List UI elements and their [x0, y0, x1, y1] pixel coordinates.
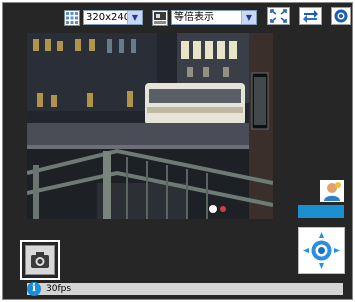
snapshot-button-frame [20, 240, 60, 280]
status-bar: 30fps [27, 283, 343, 295]
resolution-select[interactable]: 320x240 ▼ [83, 10, 143, 25]
info-icon[interactable]: i [27, 282, 41, 296]
snapshot-button[interactable] [25, 245, 55, 275]
live-video-feed[interactable] [27, 33, 273, 219]
chevron-down-icon: ▼ [241, 11, 256, 24]
pan-tilt-crosshair-icon [303, 232, 340, 269]
display-mode-value: 等倍表示 [174, 12, 214, 23]
fullscreen-icon [270, 9, 287, 23]
user-avatar-icon [324, 182, 341, 201]
chevron-down-icon: ▼ [127, 11, 142, 24]
swap-arrows-icon [303, 10, 318, 23]
status-text: 30fps [46, 284, 72, 294]
pan-tilt-control[interactable] [298, 227, 345, 274]
swap-button[interactable] [299, 7, 322, 25]
camera-settings-icon [334, 9, 348, 23]
display-mode-icon [152, 10, 168, 26]
fullscreen-button[interactable] [267, 7, 290, 25]
status-bar-indicator [298, 205, 344, 218]
info-glyph: i [32, 283, 36, 294]
resolution-value: 320x240 [86, 12, 131, 23]
camera-settings-button[interactable] [331, 7, 351, 25]
resolution-grid-icon [64, 10, 80, 26]
user-avatar-button[interactable] [320, 180, 344, 202]
display-mode-select[interactable]: 等倍表示 ▼ [171, 10, 257, 25]
camera-snapshot-icon [31, 252, 49, 268]
